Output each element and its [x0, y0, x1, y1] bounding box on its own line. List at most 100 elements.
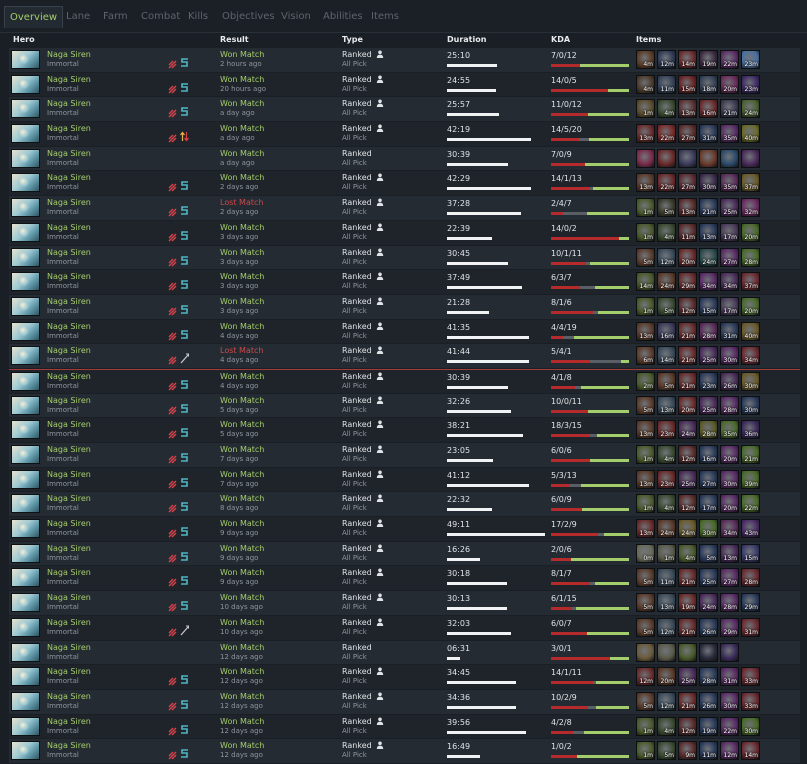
tab-overview[interactable]: Overview [4, 6, 64, 28]
item-icon[interactable]: 14m [636, 272, 655, 292]
item-icon[interactable]: 13m [636, 519, 655, 539]
hero-name[interactable]: Naga Siren [47, 173, 91, 182]
item-icon[interactable]: 22m [657, 173, 676, 193]
item-icon[interactable]: 36m [741, 420, 760, 440]
item-icon[interactable]: 5m [636, 593, 655, 613]
item-icon[interactable]: 5m [636, 691, 655, 711]
tab-vision[interactable]: Vision [276, 6, 316, 28]
item-icon[interactable]: 21m [741, 445, 760, 464]
hero-portrait[interactable] [11, 593, 40, 613]
match-result[interactable]: Lost Match [220, 346, 263, 355]
item-icon[interactable]: 28m [741, 247, 760, 267]
hero-portrait[interactable] [11, 642, 40, 662]
item-icon[interactable]: 25m [699, 346, 718, 366]
item-icon[interactable]: 40m [741, 124, 760, 144]
match-result[interactable]: Won Match [220, 272, 264, 281]
match-row[interactable]: Naga Siren Immortal Lost Match 4 days ago Ra… [9, 344, 800, 369]
hero-portrait[interactable] [11, 296, 40, 316]
item-icon[interactable]: 25m [678, 469, 697, 489]
item-icon[interactable]: 34m [720, 272, 739, 292]
match-row[interactable]: Naga Siren Immortal Won Match 9 days ago Ran… [9, 517, 800, 542]
match-row[interactable]: Naga Siren Immortal Won Match 3 days ago Ran… [9, 220, 800, 246]
item-icon[interactable]: 28m [699, 667, 718, 687]
item-icon[interactable]: 23m [741, 74, 760, 94]
item-icon[interactable]: 12m [678, 716, 697, 736]
tab-objectives[interactable]: Objectives [217, 6, 280, 28]
item-icon[interactable]: 21m [678, 321, 697, 341]
item-icon[interactable]: 32m [741, 198, 760, 218]
item-icon[interactable]: 27m [699, 469, 718, 489]
item-icon[interactable] [720, 642, 739, 662]
item-icon[interactable]: 37m [741, 173, 760, 193]
item-icon[interactable] [678, 642, 697, 662]
item-icon[interactable]: 28m [699, 321, 718, 341]
item-icon[interactable]: 5m [657, 371, 676, 391]
item-icon[interactable]: 4m [657, 445, 676, 464]
item-icon[interactable] [657, 148, 676, 168]
item-icon[interactable]: 5m [699, 543, 718, 563]
item-icon[interactable]: 30m [699, 173, 718, 193]
hero-name[interactable]: Naga Siren [47, 717, 91, 726]
item-icon[interactable]: 23m [699, 371, 718, 391]
match-row[interactable]: Naga Siren Immortal Won Match 3 days ago Ran… [9, 294, 800, 320]
tab-kills[interactable]: Kills [183, 6, 213, 28]
match-result[interactable]: Won Match [220, 322, 264, 331]
tab-abilities[interactable]: Abilities [318, 6, 368, 28]
hero-name[interactable]: Naga Siren [47, 445, 91, 454]
hero-name[interactable]: Naga Siren [47, 396, 91, 405]
hero-portrait[interactable] [11, 198, 40, 218]
item-icon[interactable]: 29m [720, 617, 739, 637]
item-icon[interactable]: 37m [741, 272, 760, 292]
item-icon[interactable]: 23m [657, 469, 676, 489]
hero-portrait[interactable] [11, 469, 40, 489]
item-icon[interactable]: 21m [678, 691, 697, 711]
match-result[interactable]: Won Match [220, 568, 264, 577]
hero-portrait[interactable] [11, 691, 40, 711]
item-icon[interactable]: 5m [657, 198, 676, 218]
match-row[interactable]: Naga Siren Immortal Won Match 7 days ago Ran… [9, 467, 800, 493]
item-icon[interactable]: 12m [636, 667, 655, 687]
hero-name[interactable]: Naga Siren [47, 420, 91, 429]
item-icon[interactable]: 5m [636, 395, 655, 415]
hero-name[interactable]: Naga Siren [47, 470, 91, 479]
item-icon[interactable]: 13m [636, 173, 655, 193]
match-row[interactable]: Naga Siren Immortal Won Match 12 days ago Ra… [9, 689, 800, 715]
match-row[interactable]: Naga Siren Immortal Won Match a day ago Rank… [9, 97, 800, 123]
item-icon[interactable]: 12m [657, 247, 676, 267]
item-icon[interactable]: 17m [720, 222, 739, 242]
item-icon[interactable]: 30m [741, 395, 760, 415]
match-row[interactable]: Naga Siren Immortal Won Match 3 days ago Ran… [9, 270, 800, 295]
hero-name[interactable]: Naga Siren [47, 494, 91, 503]
item-icon[interactable]: 31m [720, 667, 739, 687]
hero-portrait[interactable] [11, 346, 40, 366]
item-icon[interactable]: 21m [699, 198, 718, 218]
item-icon[interactable]: 31m [741, 617, 760, 637]
item-icon[interactable]: 11m [678, 222, 697, 242]
match-result[interactable]: Won Match [220, 50, 264, 59]
item-icon[interactable]: 34m [699, 272, 718, 292]
item-icon[interactable]: 24m [678, 420, 697, 440]
match-row[interactable]: Naga Siren Immortal Lost Match 2 days ago Ra… [9, 196, 800, 221]
item-icon[interactable]: 1m [636, 198, 655, 218]
hero-portrait[interactable] [11, 272, 40, 292]
item-icon[interactable]: 16m [657, 321, 676, 341]
col-result[interactable]: Result [220, 35, 249, 44]
item-icon[interactable]: 1m [657, 543, 676, 563]
item-icon[interactable]: 12m [678, 445, 697, 464]
item-icon[interactable]: 25m [699, 395, 718, 415]
item-icon[interactable]: 31m [720, 321, 739, 341]
hero-portrait[interactable] [11, 741, 40, 761]
match-result[interactable]: Won Match [220, 692, 264, 701]
hero-name[interactable]: Naga Siren [47, 741, 91, 750]
item-icon[interactable]: 1m [636, 222, 655, 242]
item-icon[interactable]: 21m [678, 346, 697, 366]
hero-portrait[interactable] [11, 494, 40, 514]
item-icon[interactable]: 11m [699, 741, 718, 761]
item-icon[interactable]: 15m [678, 74, 697, 94]
item-icon[interactable]: 27m [678, 124, 697, 144]
hero-name[interactable]: Naga Siren [47, 198, 91, 207]
item-icon[interactable]: 23m [741, 50, 760, 69]
item-icon[interactable]: 13m [636, 321, 655, 341]
tab-lane[interactable]: Lane [61, 6, 95, 28]
item-icon[interactable] [636, 642, 655, 662]
